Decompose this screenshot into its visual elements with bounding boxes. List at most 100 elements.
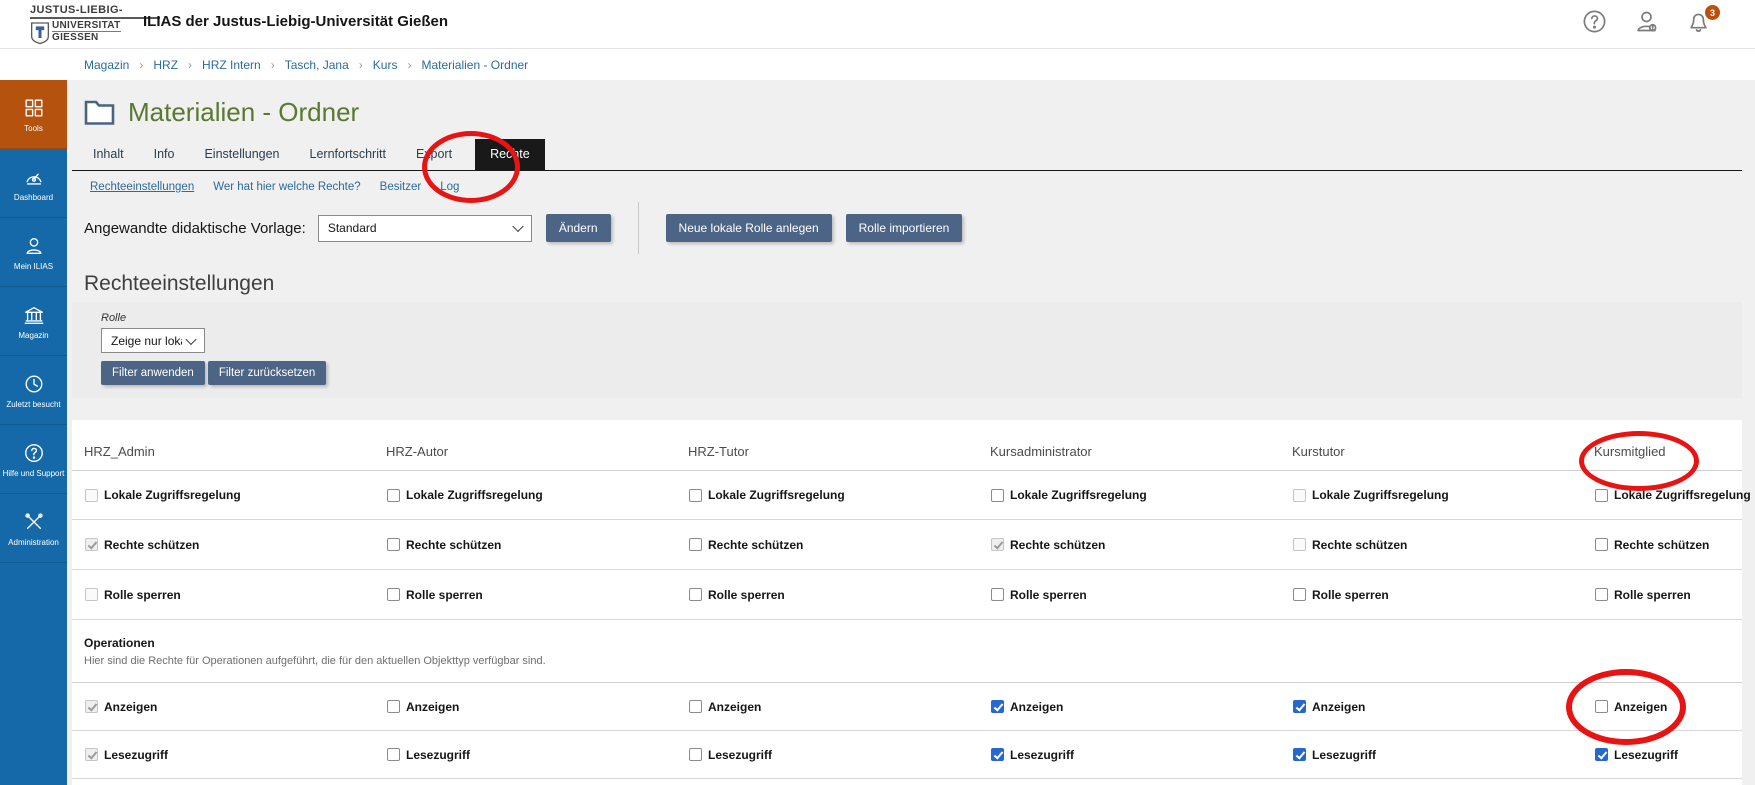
checkbox-anzeigen-kurstutor[interactable] (1293, 700, 1306, 713)
checkbox-lesezugriff-kurstutor[interactable] (1293, 748, 1306, 761)
tab-lernfortschritt[interactable]: Lernfortschritt (307, 147, 389, 170)
checkbox-rolle-sperren-kurstutor[interactable] (1293, 588, 1306, 601)
sidebar-item-hilfe-und-support[interactable]: Hilfe und Support (0, 425, 67, 494)
checkbox-label[interactable]: Lokale Zugriffsregelung (1614, 488, 1751, 502)
breadcrumb-item-hrz-intern[interactable]: HRZ Intern (202, 58, 261, 72)
checkbox-label[interactable]: Rolle sperren (708, 588, 785, 602)
sidebar-item-dashboard[interactable]: Dashboard (0, 149, 67, 218)
tab-export[interactable]: Export (413, 147, 455, 170)
checkbox-label[interactable]: Rolle sperren (1312, 588, 1389, 602)
checkbox-label[interactable]: Lesezugriff (1312, 748, 1376, 762)
checkbox-lokale-zugriffsregelung-kursadministrator[interactable] (991, 489, 1004, 502)
checkbox-label: Rechte schützen (104, 538, 199, 552)
checkbox-label[interactable]: Lesezugriff (708, 748, 772, 762)
breadcrumb-item-hrz[interactable]: HRZ (153, 58, 178, 72)
permission-cell-rolle-sperren-kursadministrator: Rolle sperren (991, 588, 1087, 602)
checkbox-label[interactable]: Rechte schützen (708, 538, 803, 552)
checkbox-rolle-sperren-hrz-admin (85, 588, 98, 601)
checkbox-anzeigen-kursmitglied[interactable] (1595, 700, 1608, 713)
checkbox-label[interactable]: Lesezugriff (406, 748, 470, 762)
subtab-besitzer[interactable]: Besitzer (380, 181, 422, 193)
template-select[interactable]: Standard (318, 215, 532, 242)
checkbox-rolle-sperren-hrz-tutor[interactable] (689, 588, 702, 601)
checkbox-anzeigen-kursadministrator[interactable] (991, 700, 1004, 713)
checkbox-label[interactable]: Anzeigen (708, 700, 761, 714)
checkbox-label[interactable]: Anzeigen (1614, 700, 1667, 714)
create-local-role-button[interactable]: Neue lokale Rolle anlegen (666, 214, 832, 242)
sidebar-item-administration[interactable]: Administration (0, 494, 67, 563)
permission-cell-lesezugriff-hrz-admin: Lesezugriff (85, 748, 168, 762)
checkbox-rolle-sperren-kursmitglied[interactable] (1595, 588, 1608, 601)
breadcrumb-item-tasch-jana[interactable]: Tasch, Jana (285, 58, 349, 72)
subtab-rechteeinstellungen[interactable]: Rechteeinstellungen (90, 181, 194, 193)
checkbox-rechte-schützen-hrz-tutor[interactable] (689, 538, 702, 551)
role-filter-select[interactable]: Zeige nur lokale Rolle (101, 328, 205, 353)
checkbox-label[interactable]: Anzeigen (1312, 700, 1365, 714)
chevron-down-icon (512, 221, 523, 232)
user-button[interactable] (1633, 8, 1661, 36)
checkbox-label[interactable]: Lesezugriff (1010, 748, 1074, 762)
subtab-wer-hat-hier-welche-rechte[interactable]: Wer hat hier welche Rechte? (213, 181, 360, 193)
operations-section-description: Hier sind die Rechte für Operationen auf… (84, 655, 1742, 667)
checkbox-label[interactable]: Lesezugriff (1614, 748, 1678, 762)
checkbox-lesezugriff-kursmitglied[interactable] (1595, 748, 1608, 761)
checkbox-rechte-schützen-hrz-autor[interactable] (387, 538, 400, 551)
role-filter-value: Zeige nur lokale Rolle (111, 334, 182, 348)
sidebar-item-mein-ilias[interactable]: Mein ILIAS (0, 218, 67, 287)
checkbox-label[interactable]: Lokale Zugriffsregelung (406, 488, 543, 502)
apply-filter-button[interactable]: Filter anwenden (101, 361, 205, 385)
breadcrumb-item-materialien-ordner[interactable]: Materialien - Ordner (421, 58, 528, 72)
university-shield-icon (30, 21, 50, 50)
change-template-button[interactable]: Ändern (546, 214, 611, 242)
checkbox-label[interactable]: Anzeigen (406, 700, 459, 714)
checkbox-label[interactable]: Anzeigen (1010, 700, 1063, 714)
checkbox-anzeigen-hrz-autor[interactable] (387, 700, 400, 713)
checkbox-lesezugriff-kursadministrator[interactable] (991, 748, 1004, 761)
sidebar-item-label: Magazin (18, 331, 48, 340)
checkbox-lokale-zugriffsregelung-kursmitglied[interactable] (1595, 489, 1608, 502)
tab-inhalt[interactable]: Inhalt (90, 147, 127, 170)
checkbox-label[interactable]: Lokale Zugriffsregelung (708, 488, 845, 502)
notifications-button[interactable]: 3 (1685, 8, 1713, 36)
checkbox-lokale-zugriffsregelung-hrz-autor[interactable] (387, 489, 400, 502)
breadcrumb-item-kurs[interactable]: Kurs (373, 58, 398, 72)
help-button[interactable] (1581, 8, 1609, 36)
checkbox-label[interactable]: Rolle sperren (1010, 588, 1087, 602)
import-role-button[interactable]: Rolle importieren (846, 214, 963, 242)
sidebar-item-zuletzt-besucht[interactable]: Zuletzt besucht (0, 356, 67, 425)
checkbox-rolle-sperren-hrz-autor[interactable] (387, 588, 400, 601)
breadcrumb: Magazin›HRZ›HRZ Intern›Tasch, Jana›Kurs›… (84, 49, 528, 80)
column-header-kursmitglied: Kursmitglied (1594, 444, 1666, 459)
subtab-log[interactable]: Log (440, 181, 459, 193)
help-icon (1581, 8, 1608, 35)
checkbox-rolle-sperren-kursadministrator[interactable] (991, 588, 1004, 601)
app-title: ILIAS der Justus-Liebig-Universität Gieß… (143, 13, 448, 30)
checkbox-label[interactable]: Rechte schützen (406, 538, 501, 552)
checkbox-label[interactable]: Lokale Zugriffsregelung (1010, 488, 1147, 502)
checkbox-lokale-zugriffsregelung-hrz-tutor[interactable] (689, 489, 702, 502)
checkbox-lesezugriff-hrz-autor[interactable] (387, 748, 400, 761)
sidebar-item-magazin[interactable]: Magazin (0, 287, 67, 356)
breadcrumb-item-magazin[interactable]: Magazin (84, 58, 129, 72)
checkbox-lesezugriff-hrz-tutor[interactable] (689, 748, 702, 761)
bank-icon (23, 303, 45, 327)
checkbox-anzeigen-hrz-tutor[interactable] (689, 700, 702, 713)
role-filter-label: Rolle (101, 312, 126, 324)
sidebar-item-tools[interactable]: Tools (0, 80, 67, 149)
checkbox-lesezugriff-hrz-admin (85, 748, 98, 761)
checkbox-label[interactable]: Rolle sperren (406, 588, 483, 602)
tab-einstellungen[interactable]: Einstellungen (201, 147, 282, 170)
template-select-value: Standard (328, 221, 377, 235)
breadcrumb-separator: › (271, 58, 275, 72)
permission-row-lesezugriff: Lesezugriff Lesezugriff Lesezugriff Lesezug… (72, 731, 1742, 779)
checkbox-label[interactable]: Rolle sperren (1614, 588, 1691, 602)
tab-info[interactable]: Info (151, 147, 178, 170)
tab-rechte[interactable]: Rechte (475, 139, 545, 170)
checkbox-rechte-schützen-kursmitglied[interactable] (1595, 538, 1608, 551)
checkbox-label[interactable]: Rechte schützen (1614, 538, 1709, 552)
permission-cell-anzeigen-kursmitglied: Anzeigen (1595, 700, 1667, 714)
reset-filter-button[interactable]: Filter zurücksetzen (208, 361, 327, 385)
permission-cell-lokale-zugriffsregelung-hrz-autor: Lokale Zugriffsregelung (387, 488, 543, 502)
permission-cell-anzeigen-kursadministrator: Anzeigen (991, 700, 1063, 714)
page-title: Materialien - Ordner (128, 97, 359, 128)
